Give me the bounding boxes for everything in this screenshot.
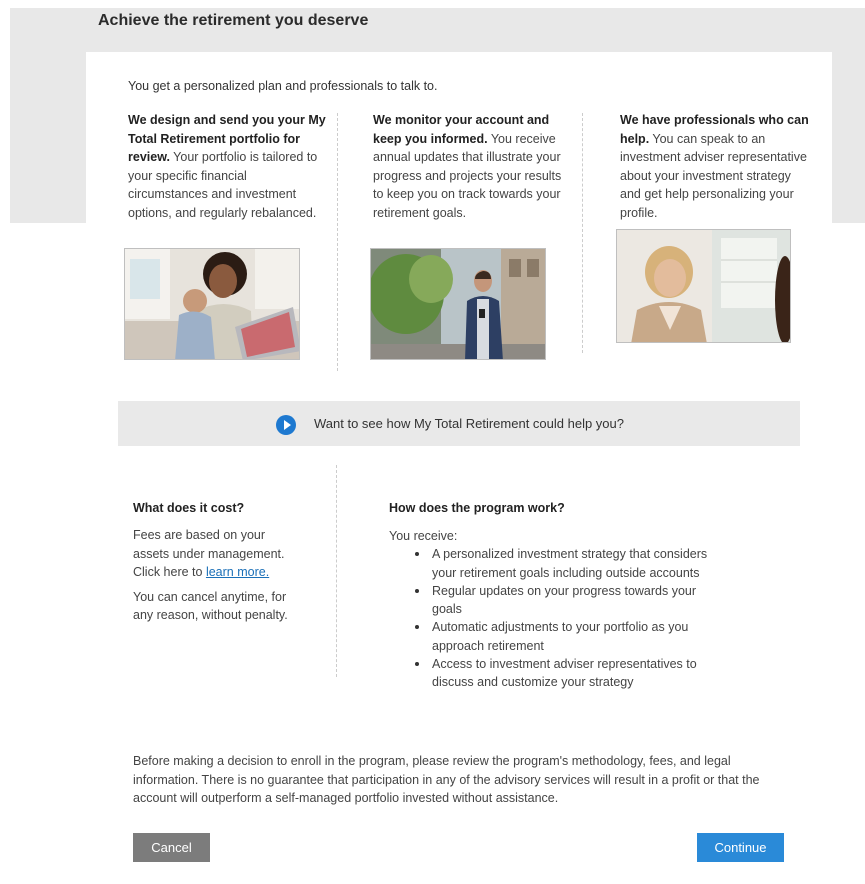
how-heading: How does the program work?: [389, 501, 565, 515]
photo-mother-laptop: [124, 248, 300, 360]
learn-more-link[interactable]: learn more.: [206, 565, 269, 579]
list-item: Regular updates on your progress towards…: [415, 582, 719, 619]
feature-professionals: We have professionals who can help. You …: [620, 111, 815, 222]
video-link-label[interactable]: Want to see how My Total Retirement coul…: [314, 416, 624, 431]
cost-heading: What does it cost?: [133, 501, 245, 515]
cost-cancel-note: You can cancel anytime, for any reason, …: [133, 589, 288, 623]
play-icon[interactable]: [276, 415, 296, 435]
photo-adviser: [616, 229, 791, 343]
feature-monitor: We monitor your account and keep you inf…: [373, 111, 573, 222]
page-title: Achieve the retirement you deserve: [98, 12, 369, 29]
feature-professionals-body: You can speak to an investment adviser r…: [620, 131, 807, 220]
list-item: Access to investment adviser representat…: [415, 655, 719, 692]
disclaimer: Before making a decision to enroll in th…: [133, 754, 760, 805]
how-lead: You receive:: [389, 529, 458, 543]
how-text: You receive: A personalized investment s…: [389, 527, 719, 692]
benefits-list: A personalized investment strategy that …: [415, 545, 719, 691]
cancel-button[interactable]: Cancel: [133, 833, 210, 862]
photo-man-phone: [370, 248, 546, 360]
intro-text: You get a personalized plan and professi…: [128, 79, 438, 93]
cost-text: Fees are based on your assets under mana…: [133, 526, 303, 631]
list-item: Automatic adjustments to your portfolio …: [415, 618, 719, 655]
feature-design: We design and send you your My Total Ret…: [128, 111, 328, 222]
continue-button[interactable]: Continue: [697, 833, 784, 862]
column-divider: [582, 113, 583, 353]
section-divider: [336, 465, 337, 677]
list-item: A personalized investment strategy that …: [415, 545, 719, 582]
column-divider: [337, 113, 338, 371]
